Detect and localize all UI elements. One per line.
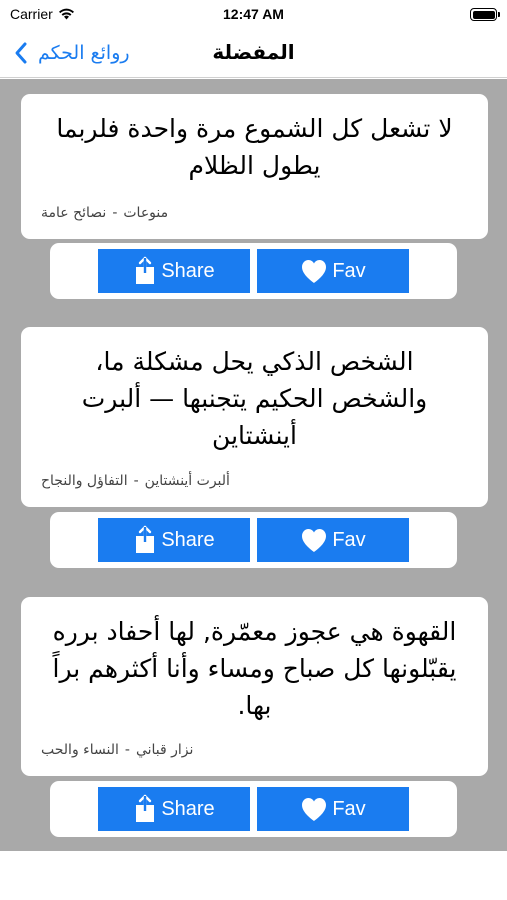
navigation-bar: روائع الحكم المفضلة — [0, 30, 507, 78]
page-title: المفضلة — [212, 40, 295, 64]
quote-actions: Share Fav — [50, 512, 457, 568]
quote-text: القهوة هي عجوز معمّرة, لها أحفاد برره يق… — [52, 617, 457, 720]
quote-actions: Share Fav — [50, 781, 457, 837]
quote-meta: نزار قباني - النساء والحب — [41, 742, 193, 758]
quote-card: القهوة هي عجوز معمّرة, لها أحفاد برره يق… — [21, 597, 488, 776]
meta-separator: - — [133, 473, 139, 489]
status-bar: Carrier 12:47 AM — [0, 0, 507, 30]
share-icon — [136, 794, 155, 822]
battery-fill — [472, 10, 495, 19]
share-icon — [136, 525, 155, 553]
quote-meta: ألبرت أينشتاين - التفاؤل والنجاح — [41, 473, 230, 489]
share-button-label: Share — [161, 259, 215, 282]
quote-subcategory: نصائح عامة — [41, 205, 107, 221]
battery-icon — [470, 8, 500, 21]
quote-category: ألبرت أينشتاين — [144, 473, 230, 489]
meta-separator: - — [124, 742, 130, 758]
favorites-list[interactable]: لا تشعل كل الشموع مرة واحدة فلربما يطول … — [0, 79, 507, 851]
quote-subcategory: النساء والحب — [41, 742, 119, 758]
quote-category: منوعات — [123, 205, 169, 221]
favorite-button[interactable]: Fav — [257, 518, 409, 562]
meta-separator: - — [112, 205, 118, 221]
heart-icon — [302, 798, 327, 821]
quote-text: الشخص الذكي يحل مشكلة ما، والشخص الحكيم … — [81, 347, 428, 450]
quote-text: لا تشعل كل الشموع مرة واحدة فلربما يطول … — [56, 114, 453, 180]
heart-icon — [302, 529, 327, 552]
quote-meta: منوعات - نصائح عامة — [41, 205, 168, 221]
share-button-label: Share — [161, 528, 215, 551]
quote-card: لا تشعل كل الشموع مرة واحدة فلربما يطول … — [21, 94, 488, 239]
favorite-button-label: Fav — [332, 259, 366, 282]
favorite-button[interactable]: Fav — [257, 249, 409, 293]
share-button-label: Share — [161, 797, 215, 820]
favorite-button-label: Fav — [332, 797, 366, 820]
heart-icon — [302, 260, 327, 283]
quote-subcategory: التفاؤل والنجاح — [41, 473, 128, 489]
favorite-button[interactable]: Fav — [257, 787, 409, 831]
quote-actions: Share Fav — [50, 243, 457, 299]
share-button[interactable]: Share — [98, 249, 250, 293]
share-button[interactable]: Share — [98, 787, 250, 831]
share-button[interactable]: Share — [98, 518, 250, 562]
bottom-area — [0, 851, 507, 900]
favorite-button-label: Fav — [332, 528, 366, 551]
quote-card: الشخص الذكي يحل مشكلة ما، والشخص الحكيم … — [21, 327, 488, 507]
quote-category: نزار قباني — [135, 742, 194, 758]
status-time: 12:47 AM — [223, 6, 284, 22]
share-icon — [136, 256, 155, 284]
